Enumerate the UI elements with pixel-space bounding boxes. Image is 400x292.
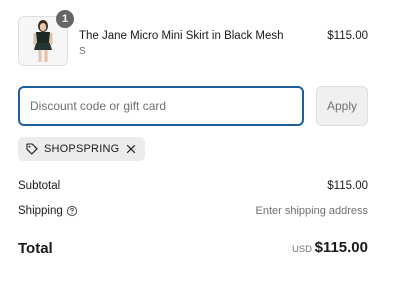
shipping-row: Shipping Enter shipping address [18,205,368,221]
discount-code-input[interactable] [18,86,304,126]
help-circle-icon[interactable] [66,205,78,217]
tag-icon [26,143,38,155]
total-row: Total USD $115.00 [18,239,368,259]
subtotal-label: Subtotal [18,180,61,192]
quantity-badge: 1 [56,10,74,28]
subtotal-row: Subtotal $115.00 [18,180,368,196]
remove-code-icon[interactable] [125,143,137,155]
applied-discount-chip: SHOPSPRING [18,137,146,161]
product-name: The Jane Micro Mini Skirt in Black Mesh [79,30,284,42]
discount-form: Apply [18,86,368,126]
applied-code-label: SHOPSPRING [44,143,120,155]
subtotal-value: $115.00 [327,180,368,192]
product-price: $115.00 [327,30,368,42]
total-amount: $115.00 [314,239,368,256]
shipping-label: Shipping [18,205,63,217]
product-variant: S [79,46,86,57]
total-label: Total [18,240,53,257]
shipping-value: Enter shipping address [255,205,368,217]
apply-button[interactable]: Apply [316,86,368,126]
line-item: 1 The Jane Micro Mini Skirt in Black Mes… [18,10,368,68]
total-currency: USD [291,244,312,255]
product-thumbnail-wrap: 1 [18,10,74,66]
